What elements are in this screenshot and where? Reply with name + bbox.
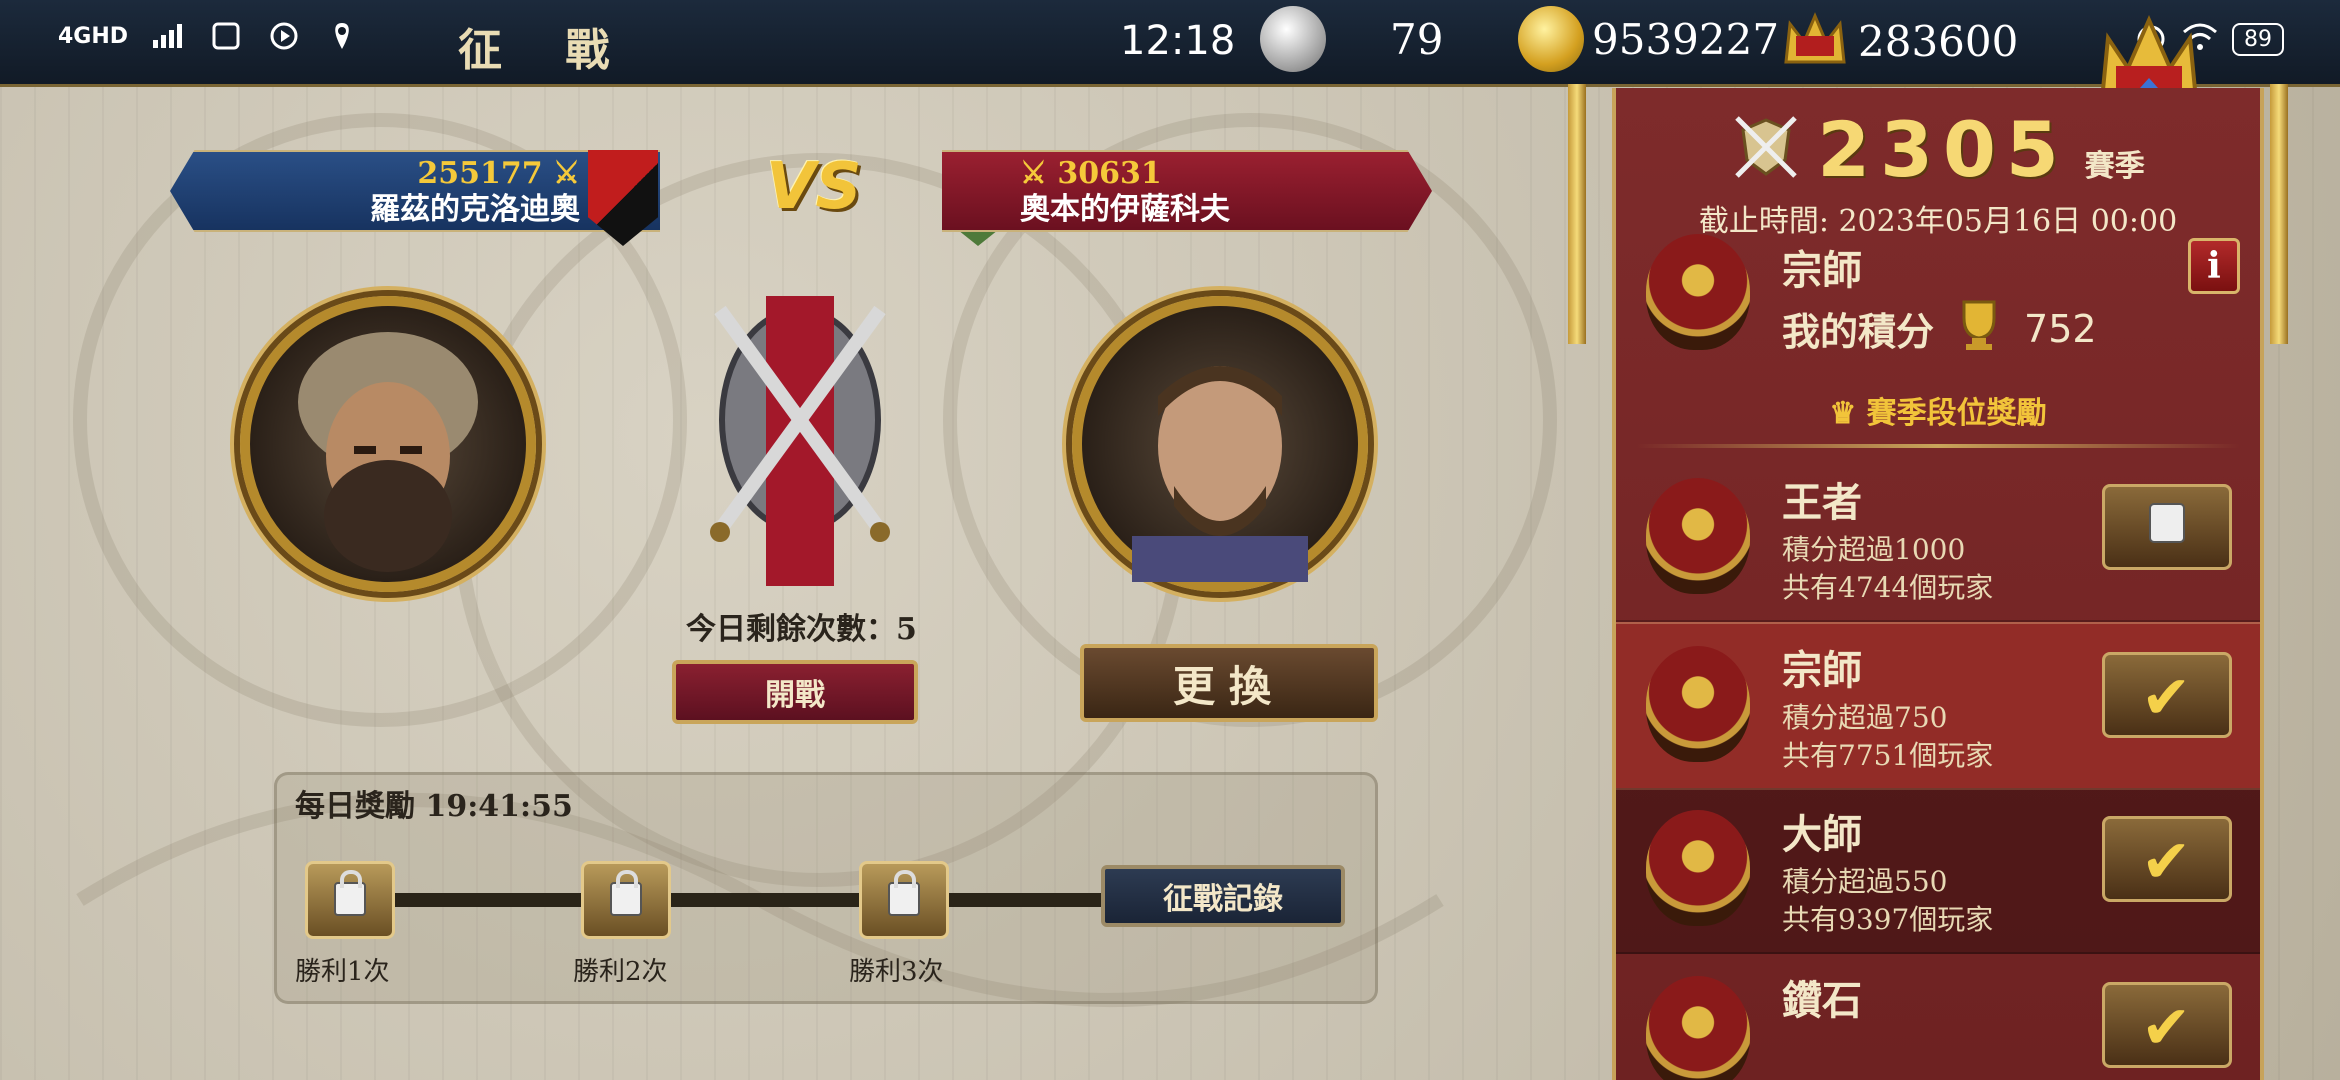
lock-icon <box>334 870 366 916</box>
current-rank-name: 宗師 <box>1782 247 1862 294</box>
reward-chest-1[interactable] <box>305 861 395 939</box>
rank-requirement: 積分超過1000 <box>1782 533 1966 566</box>
player-left-banner: 255177 ⚔ 羅茲的克洛迪奧 <box>170 150 660 232</box>
daily-reward-title: 每日獎勵 19:41:55 <box>295 789 573 824</box>
season-deadline: 截止時間: 2023年05月16日 00:00 <box>1698 204 2178 239</box>
season-header: 2305 賽季 <box>1616 104 2260 194</box>
rank-emblem-icon <box>1646 478 1750 594</box>
season-number: 2305 <box>1817 104 2069 194</box>
divider <box>1636 444 2240 448</box>
crossed-swords-shield-icon <box>700 270 900 590</box>
lock-icon <box>888 870 920 916</box>
rank-name: 王者 <box>1782 479 1862 526</box>
rank-row-grandmaster[interactable]: 宗師 積分超過750 共有7751個玩家 ✔ <box>1616 622 2260 790</box>
rank-requirement: 積分超過750 <box>1782 701 1948 734</box>
season-panel: 2305 賽季 截止時間: 2023年05月16日 00:00 宗師 我的積分 … <box>1612 88 2264 1080</box>
crossed-swords-icon: ⚔ <box>1020 156 1058 191</box>
crown-icon: ♛ <box>1829 396 1867 431</box>
man-portrait <box>1132 366 1308 596</box>
shield-swords-icon <box>1731 112 1801 186</box>
silver-coin-icon <box>1260 6 1326 72</box>
rank-player-count: 共有4744個玩家 <box>1782 571 1994 604</box>
daily-reward-box: 每日獎勵 19:41:55 勝利1次 勝利2次 勝利3次 征戰記錄 <box>274 772 1378 1004</box>
start-battle-button[interactable]: 開戰 <box>672 660 918 724</box>
rank-emblem-icon <box>1646 646 1750 762</box>
rank-emblem-icon <box>1646 976 1750 1080</box>
crown-resource[interactable]: 283600 <box>1780 6 2018 76</box>
left-tassel-pole <box>1568 84 1586 344</box>
trophy-icon <box>1948 296 2010 361</box>
network-indicator: 4GHD <box>58 23 129 49</box>
gold-coin-icon <box>1518 6 1584 72</box>
crown-count: 283600 <box>1858 16 2019 66</box>
reward-chest-2[interactable] <box>581 861 671 939</box>
locked-chest-icon[interactable] <box>2102 484 2232 570</box>
top-bar: 4GHD 征 戰 12:18 79 9539227 283600 89 <box>0 0 2340 87</box>
status-bar: 4GHD <box>58 18 360 54</box>
signal-icon <box>150 18 186 54</box>
lock-icon <box>2149 503 2185 543</box>
crossed-swords-icon: ⚔ <box>542 156 580 191</box>
page-title: 征 戰 <box>458 25 634 76</box>
player-right-name: 奧本的伊薩科夫 <box>1020 192 1230 227</box>
milestone-label: 勝利2次 <box>573 957 668 987</box>
milestone-label: 勝利1次 <box>295 957 390 987</box>
vs-label: VS <box>766 150 862 224</box>
crown-icon <box>1780 6 1850 76</box>
season-label: 賽季 <box>2084 149 2145 184</box>
change-opponent-button[interactable]: 更換 <box>1080 644 1378 722</box>
daily-reward-progress-track <box>347 893 1147 907</box>
checkmark-icon: ✔ <box>2141 663 2192 733</box>
reward-chest-3[interactable] <box>859 861 949 939</box>
location-icon <box>324 18 360 54</box>
player-right-avatar[interactable] <box>1072 296 1368 596</box>
rank-emblem-icon <box>1646 810 1750 926</box>
player-left-score: 255177 ⚔ <box>417 156 580 191</box>
my-points: 我的積分 752 <box>1782 296 2097 361</box>
milestone-label: 勝利3次 <box>849 957 944 987</box>
claimed-chest-icon[interactable]: ✔ <box>2102 652 2232 738</box>
my-points-label: 我的積分 <box>1782 309 1935 354</box>
warrior-portrait <box>298 332 478 572</box>
clock: 12:18 <box>1120 18 1236 64</box>
video-app-icon <box>266 18 302 54</box>
rank-requirement: 積分超過550 <box>1782 865 1948 898</box>
claimed-chest-icon[interactable]: ✔ <box>2102 982 2232 1068</box>
silver-resource[interactable]: 79 <box>1260 6 1443 72</box>
gold-count: 9539227 <box>1592 14 1780 64</box>
checkmark-icon: ✔ <box>2141 827 2192 897</box>
gold-resource[interactable]: 9539227 <box>1518 6 1779 72</box>
current-rank-emblem-icon <box>1646 234 1750 350</box>
info-button[interactable]: i <box>2188 238 2240 294</box>
checkmark-icon: ✔ <box>2141 993 2192 1063</box>
silver-count: 79 <box>1390 14 1444 64</box>
claimed-chest-icon[interactable]: ✔ <box>2102 816 2232 902</box>
rank-name: 大師 <box>1782 811 1862 858</box>
battle-log-button[interactable]: 征戰記錄 <box>1101 865 1345 927</box>
rank-name: 宗師 <box>1782 647 1862 694</box>
right-tassel-pole <box>2270 84 2288 344</box>
lock-icon <box>610 870 642 916</box>
player-left-avatar[interactable] <box>240 296 536 592</box>
battery-indicator: 89 <box>2232 22 2284 56</box>
rank-player-count: 共有7751個玩家 <box>1782 739 1994 772</box>
rank-row-king[interactable]: 王者 積分超過1000 共有4744個玩家 <box>1616 456 2260 622</box>
player-right-banner: ⚔ 30631 奧本的伊薩科夫 <box>942 150 1432 232</box>
my-points-value: 752 <box>2024 306 2097 351</box>
player-right-score: ⚔ 30631 <box>1020 156 1162 191</box>
remaining-attempts: 今日剩餘次數：5 <box>686 612 917 647</box>
rank-row-diamond[interactable]: 鑽石 ✔ <box>1616 954 2260 1080</box>
rank-row-master[interactable]: 大師 積分超過550 共有9397個玩家 ✔ <box>1616 788 2260 954</box>
season-rewards-header: ♛ 賽季段位獎勵 <box>1829 396 2047 431</box>
notification-icon <box>208 18 244 54</box>
rank-name: 鑽石 <box>1782 977 1862 1024</box>
player-left-name: 羅茲的克洛迪奧 <box>370 192 580 227</box>
rank-player-count: 共有9397個玩家 <box>1782 903 1994 936</box>
